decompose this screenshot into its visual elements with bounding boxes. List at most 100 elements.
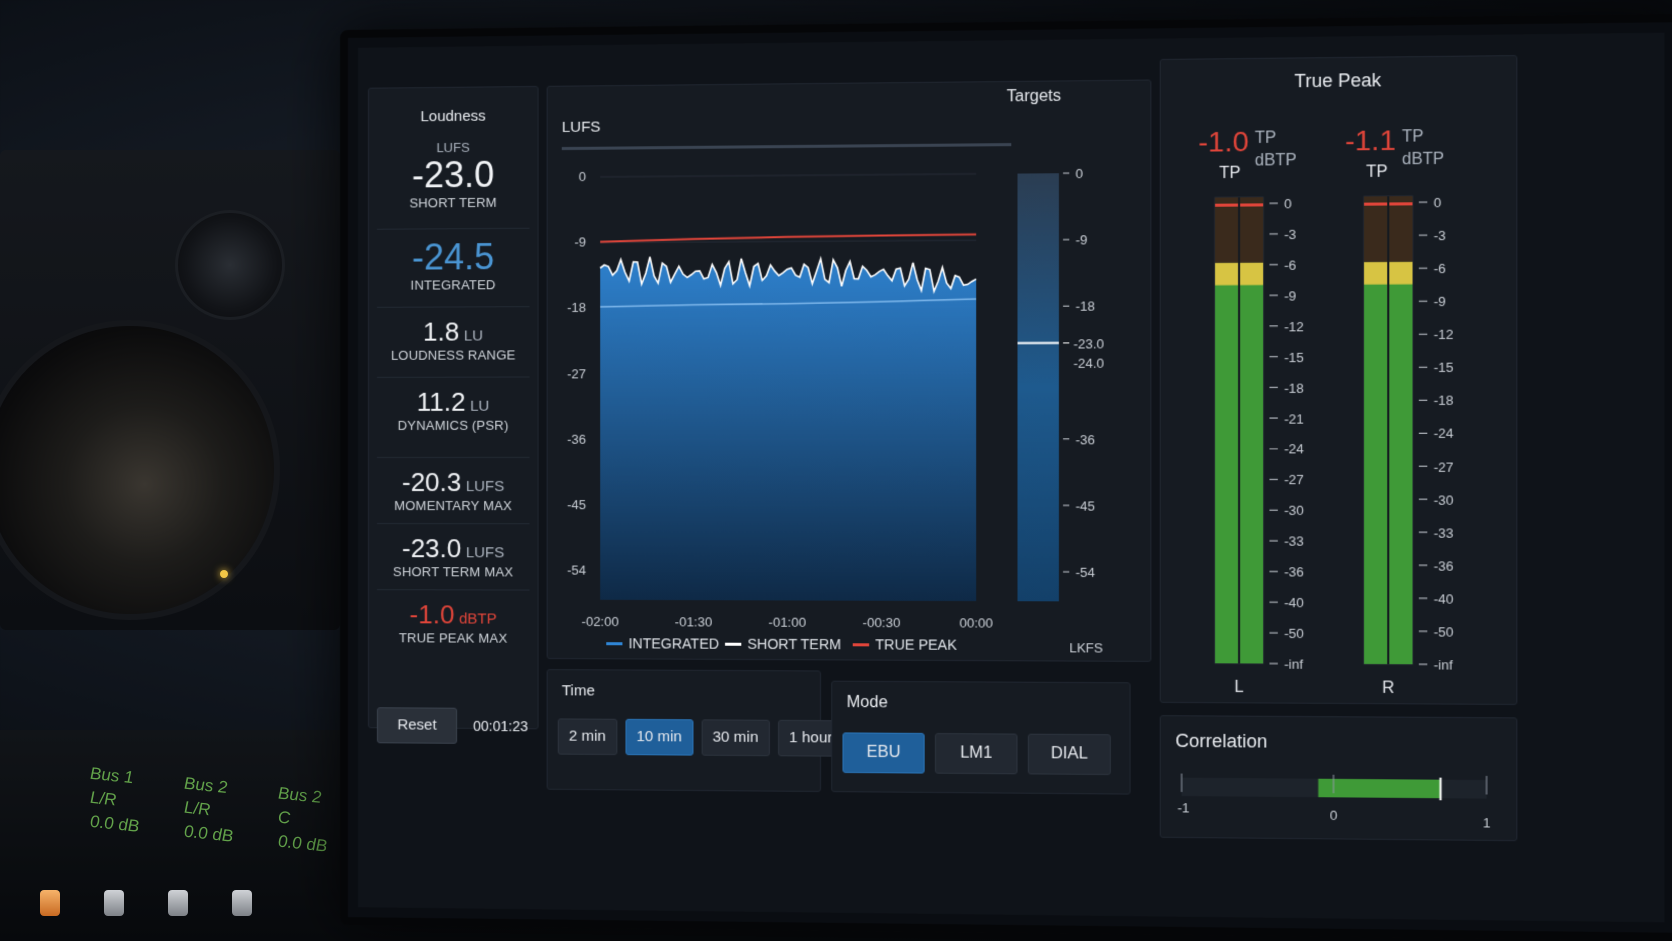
monitor: Loudness LUFS -23.0 SHORT TERM -24.5 INT… xyxy=(340,14,1672,941)
console-channel: Bus 1 L/R 0.0 dB xyxy=(90,762,158,841)
peak-scale-label: -12 xyxy=(1284,319,1304,334)
mode-panel: Mode EBU LM1 DIAL xyxy=(831,681,1130,795)
target-unit-label: LKFS xyxy=(1069,640,1103,655)
peak-sub-label-right: TP xyxy=(1366,163,1388,181)
peak-scale-label: -15 xyxy=(1284,349,1304,364)
loudness-history-chart: 0-9-18-27-36-45-54-02:00 -01:30 -01:00 -00:… xyxy=(548,81,1153,663)
peak-scale-label: -33 xyxy=(1284,534,1304,549)
loudness-panel-title: Loudness xyxy=(369,107,538,126)
legend-swatch xyxy=(725,643,741,646)
target-meter-bar[interactable] xyxy=(1017,173,1058,601)
peak-scale-label: -inf xyxy=(1284,656,1303,671)
loudness-range-label: LOUDNESS RANGE xyxy=(377,347,530,363)
speaker-tweeter xyxy=(175,210,285,320)
peak-scale-label: -15 xyxy=(1434,360,1454,376)
console-knob[interactable] xyxy=(40,890,60,916)
integrated-label: INTEGRATED xyxy=(377,277,530,293)
target-value-label: -23.0 xyxy=(1073,336,1104,351)
elapsed-time: 00:01:23 xyxy=(473,718,528,734)
peak-tp-label-right: TP xyxy=(1402,128,1424,146)
x-tick-label: -02:00 xyxy=(582,614,619,629)
peak-scale-label: -50 xyxy=(1284,626,1304,641)
console-knobs xyxy=(40,890,252,916)
loudness-panel: Loudness LUFS -23.0 SHORT TERM -24.5 INT… xyxy=(368,86,539,729)
loudness-history-panel: LUFS Targets 0 -9 -18 -27 -36 -45 -54 -02:00 -01… xyxy=(547,80,1152,662)
mode-option-button[interactable]: EBU xyxy=(842,732,924,773)
reset-button[interactable]: Reset xyxy=(377,707,457,744)
momentary-max-label: MOMENTARY MAX xyxy=(377,498,530,513)
peak-scale-label: -27 xyxy=(1434,459,1454,474)
studio-speaker xyxy=(0,150,340,630)
short-term-label: SHORT TERM xyxy=(377,195,530,211)
peak-unit-left: dBTP xyxy=(1255,152,1297,170)
correlation-fill xyxy=(1318,779,1440,798)
meter-scale-label: -54 xyxy=(1076,565,1095,580)
meter-scale-label: -45 xyxy=(1076,498,1095,513)
meter-scale-label: -9 xyxy=(1076,232,1088,247)
x-tick-label: -00:30 xyxy=(863,615,901,630)
peak-scale-label: -36 xyxy=(1284,564,1304,579)
y-tick-label: -45 xyxy=(567,497,586,512)
short-term-max-value: -23.0 xyxy=(402,533,461,563)
y-tick-label: -18 xyxy=(567,300,586,315)
peak-value-right: -1.1 xyxy=(1345,124,1396,156)
meter-scale-label: -18 xyxy=(1076,299,1095,314)
peak-scale-label: -3 xyxy=(1434,228,1446,244)
peak-scale-label: -21 xyxy=(1284,411,1304,426)
peak-scale-label: -24 xyxy=(1284,442,1304,457)
legend-label: INTEGRATED xyxy=(629,635,719,652)
channel-label-left: L xyxy=(1234,679,1243,696)
speaker-power-led xyxy=(220,570,228,578)
short-term-max-readout: -23.0 LUFS SHORT TERM MAX xyxy=(377,523,530,579)
mode-panel-title: Mode xyxy=(847,694,888,713)
y-tick-label: -9 xyxy=(574,235,586,250)
peak-scale-label: -24 xyxy=(1434,426,1454,441)
loudness-meter-screen: Loudness LUFS -23.0 SHORT TERM -24.5 INT… xyxy=(358,33,1664,923)
y-tick-label: -36 xyxy=(567,431,586,446)
short-term-readout: LUFS -23.0 SHORT TERM xyxy=(377,139,530,210)
console-knob[interactable] xyxy=(232,890,252,916)
peak-scale-label: -18 xyxy=(1434,393,1454,409)
peak-scale-label: -33 xyxy=(1434,525,1454,540)
true-peak-max-label: TRUE PEAK MAX xyxy=(377,630,530,646)
y-tick-label: -27 xyxy=(567,366,586,381)
momentary-max-value: -20.3 xyxy=(402,467,461,497)
peak-value-left: -1.0 xyxy=(1198,126,1248,158)
mode-option-button[interactable]: DIAL xyxy=(1028,734,1111,775)
legend-swatch xyxy=(853,643,869,646)
correlation-min-label: -1 xyxy=(1177,800,1189,815)
mode-option-button[interactable]: LM1 xyxy=(935,733,1018,774)
console-channel: Bus 2 C 0.0 dB xyxy=(278,781,346,860)
peak-scale-label: -3 xyxy=(1284,227,1296,242)
dynamics-readout: 11.2 LU DYNAMICS (PSR) xyxy=(377,376,530,432)
peak-scale-label: -12 xyxy=(1434,327,1454,343)
true-peak-meters: -1.0 TP dBTP TP L 0 -3 -6 -9 -12 -15 -18 -21 -24 -27 -3… xyxy=(1161,56,1519,706)
time-option-button[interactable]: 30 min xyxy=(701,719,769,756)
true-peak-panel: True Peak -1.0 TP dBTP TP L 0 -3 -6 -9 -12 -15 -18-… xyxy=(1160,55,1518,705)
time-option-button[interactable]: 10 min xyxy=(625,719,693,756)
channel-label-right: R xyxy=(1382,679,1394,697)
console-channel: Bus 2 L/R 0.0 dB xyxy=(184,772,252,851)
integrated-readout: -24.5 INTEGRATED xyxy=(377,228,530,293)
time-panel: Time 2 min 10 min 30 min 1 hour xyxy=(547,669,821,792)
peak-scale-label: -9 xyxy=(1434,294,1446,310)
legend-label: TRUE PEAK xyxy=(875,636,957,653)
meter-scale-label: 0 xyxy=(1076,166,1083,181)
x-tick-label: 00:00 xyxy=(959,615,993,630)
legend-swatch xyxy=(606,642,622,645)
peak-scale-label: -inf xyxy=(1434,657,1453,673)
console-knob[interactable] xyxy=(168,890,188,916)
grid-line xyxy=(600,174,976,177)
dynamics-value: 11.2 xyxy=(417,387,466,417)
integrated-value: -24.5 xyxy=(377,237,530,278)
speaker-woofer xyxy=(0,320,280,620)
time-option-button[interactable]: 2 min xyxy=(558,718,617,755)
y-tick-label: -54 xyxy=(567,563,586,578)
console-knob[interactable] xyxy=(104,890,124,916)
peak-scale-label: -40 xyxy=(1284,595,1304,610)
correlation-max-label: 1 xyxy=(1483,815,1491,831)
y-tick-label: 0 xyxy=(579,169,586,184)
loudness-range-readout: 1.8 LU LOUDNESS RANGE xyxy=(377,306,530,363)
short-term-area xyxy=(600,255,976,601)
x-tick-label: -01:00 xyxy=(768,615,806,630)
